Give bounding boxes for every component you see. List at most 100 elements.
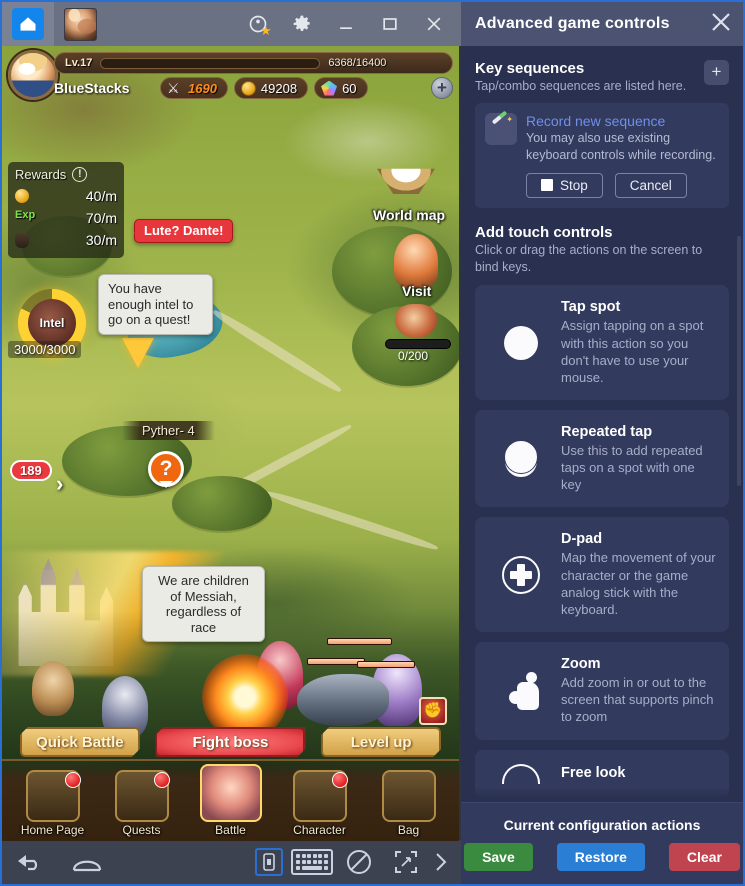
key [301,859,306,865]
panel-body[interactable]: Key sequences Tap/combo sequences are li… [461,46,743,802]
add-key-sequence-button[interactable]: + [704,60,729,85]
nav-label: Bag [397,823,420,837]
nav-character[interactable]: Character [281,770,359,837]
visit-npc-icon[interactable] [394,234,438,288]
card-description: Assign tapping on a spot with this actio… [561,318,704,385]
dialogue-bubble: We are children of Messiah, regardless o… [142,566,265,643]
fight-boss-button[interactable]: Fight boss [155,727,305,757]
app-root: ★ Lv.17 6368/16400 BlueStacks ⚔ 1690 492… [0,0,745,886]
clear-button[interactable]: Clear [668,842,740,871]
restore-button[interactable]: Restore [556,842,645,871]
free-look-card[interactable]: Free look [475,749,729,798]
world-map-label[interactable]: World map [373,207,445,223]
avatar[interactable] [8,50,58,100]
key [307,859,312,865]
chevron-right-icon[interactable] [433,850,449,874]
zoom-pinch-icon [485,671,557,710]
gem-icon [321,80,338,96]
nav-label: Battle [215,823,246,837]
panel-scrollbar[interactable] [737,236,741,486]
key [318,854,323,859]
player-hud: Lv.17 6368/16400 BlueStacks ⚔ 1690 49208 [2,46,459,102]
quest-marker-icon[interactable]: ? [148,451,184,487]
screenshot-icon[interactable] [255,848,283,876]
d-pad-card[interactable]: D-pad Map the movement of your character… [475,517,729,633]
keyboard-icon[interactable] [291,849,333,875]
gear-icon[interactable] [281,2,323,46]
info-icon[interactable]: ! [72,167,88,182]
fullscreen-icon[interactable] [393,849,419,875]
coin-icon [240,80,256,96]
key [296,854,301,859]
tap-dot-stack [503,439,539,478]
card-title: D-pad [561,531,603,548]
save-button[interactable]: Save [464,842,533,871]
game-viewport[interactable]: Lv.17 6368/16400 BlueStacks ⚔ 1690 49208 [2,46,459,841]
chat-count-badge[interactable]: 189 [10,460,52,481]
visit-label[interactable]: Visit [402,283,431,299]
key-sequences-subtitle: Tap/combo sequences are listed here. [475,79,687,93]
monster-progress-label: 0/200 [398,349,429,363]
game-tab[interactable] [54,2,106,46]
enemy-hp-bar [357,661,415,668]
add-currency-button[interactable]: + [431,77,453,99]
zoom-card[interactable]: Zoom Add zoom in or out to the screen th… [475,642,729,740]
key [307,854,312,859]
no-ads-icon[interactable] [345,848,373,876]
star-badge: ★ [260,23,272,38]
tap-spot-card[interactable]: Tap spot Assign tapping on a spot with t… [475,285,729,400]
nav-label: Quests [122,823,161,837]
window-buttons: ★ [237,2,455,46]
spacebar-key [301,865,323,870]
level-up-button[interactable]: Level up [321,727,441,757]
repeated-tap-card[interactable]: Repeated tap Use this to add repeated ta… [475,410,729,508]
rewards-header: Rewards ! [15,167,117,182]
quest-hint-bubble: You have enough intel to go on a quest! [98,274,213,335]
skill-button-icon[interactable]: ✊ [419,697,447,725]
footer-title: Current configuration actions [503,816,701,833]
minimize-icon[interactable] [325,2,367,46]
reward-row: 30/m [15,229,117,251]
key [323,854,328,859]
panel-title: Advanced game controls [475,15,670,32]
home-outline-icon[interactable] [70,850,104,874]
emulator-bottom-toolbar [2,839,461,884]
xp-bar-container: Lv.17 6368/16400 [54,52,453,74]
rewards-panel[interactable]: Rewards ! 40/m Exp 70/m 30/m [8,162,124,258]
quick-battle-button[interactable]: Quick Battle [20,727,140,757]
cancel-label: Cancel [629,177,672,193]
stop-button[interactable]: Stop [526,172,603,198]
nav-quests[interactable]: Quests [103,770,181,837]
game-avatar-icon [63,7,97,41]
advanced-game-controls-panel: Advanced game controls Key sequences Tap… [461,0,745,886]
record-description: You may also use existing keyboard contr… [526,130,716,162]
nav-home-page[interactable]: Home Page [14,770,92,837]
home-icon [12,8,44,40]
rewards-title: Rewards [15,167,67,182]
key-sequences-header: Key sequences Tap/combo sequences are li… [475,60,729,95]
cancel-button[interactable]: Cancel [614,172,687,198]
nav-battle[interactable]: Battle [192,764,270,837]
back-arrow-icon[interactable] [14,850,44,874]
maximize-icon[interactable] [369,2,411,46]
repeated-tap-icon [485,439,557,478]
record-sequence-card: Record new sequence You may also use exi… [475,102,729,208]
player-name: BlueStacks [54,80,130,96]
home-tab[interactable] [2,2,54,46]
stop-square-icon [541,179,553,192]
attack-stat: ⚔ 1690 [160,77,228,99]
free-look-icon [485,763,557,784]
chevron-right-icon[interactable]: › [56,471,63,497]
exp-icon: Exp [15,209,36,221]
notification-badge [331,772,348,788]
record-new-sequence-link[interactable]: Record new sequence [526,113,719,129]
nav-bag[interactable]: Bag [370,770,448,837]
stop-label: Stop [560,177,588,193]
star-rating-icon[interactable]: ★ [237,2,279,46]
close-icon[interactable] [413,2,455,46]
close-icon[interactable] [709,10,733,39]
touch-controls-subtitle: Click or drag the actions on the screen … [475,242,703,274]
reward-row: 40/m [15,185,117,207]
panel-header: Advanced game controls [461,2,743,46]
reward-value: 70/m [85,210,117,226]
